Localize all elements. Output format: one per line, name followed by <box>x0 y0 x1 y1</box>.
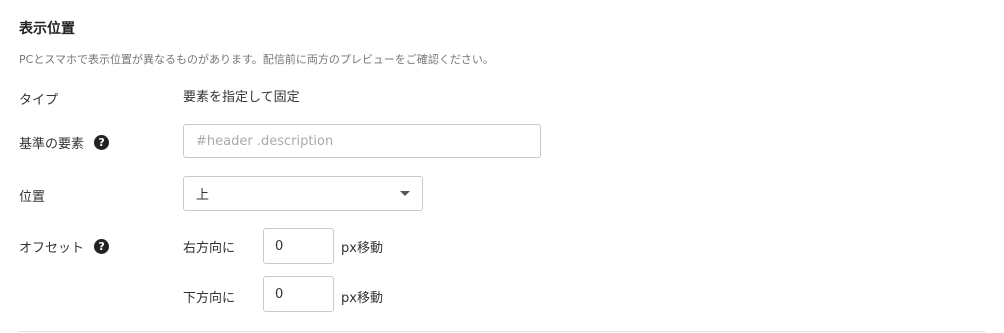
display-position-panel: 表示位置 PCとスマホで表示位置が異なるものがあります。配信前に両方のプレビュー… <box>0 0 1004 333</box>
position-select-value: 上 <box>196 188 210 203</box>
offset-right-input[interactable] <box>263 228 334 264</box>
divider <box>19 331 985 332</box>
caret-down-icon <box>400 191 410 196</box>
section-title: 表示位置 <box>19 21 75 37</box>
help-icon[interactable]: ? <box>94 135 110 150</box>
base-element-label-text: 基準の要素 <box>19 137 85 152</box>
offset-label-text: オフセット <box>19 241 85 256</box>
type-label-text: タイプ <box>19 93 59 108</box>
type-value: 要素を指定して固定 <box>183 90 300 105</box>
offset-right-unit: px移動 <box>341 241 383 256</box>
offset-down-unit: px移動 <box>341 291 383 306</box>
position-select[interactable]: 上 <box>183 176 423 211</box>
base-element-label: 基準の要素 ? <box>19 133 110 152</box>
offset-label: オフセット ? <box>19 237 110 256</box>
position-label: 位置 <box>19 186 45 205</box>
type-label: タイプ <box>19 89 58 108</box>
base-element-input[interactable] <box>183 124 541 158</box>
offset-down-input[interactable] <box>263 276 334 312</box>
position-label-text: 位置 <box>19 190 46 205</box>
help-icon[interactable]: ? <box>94 239 110 254</box>
offset-right-label: 右方向に <box>183 241 236 256</box>
section-description: PCとスマホで表示位置が異なるものがあります。配信前に両方のプレビューをご確認く… <box>19 53 494 66</box>
offset-down-label: 下方向に <box>183 291 236 306</box>
